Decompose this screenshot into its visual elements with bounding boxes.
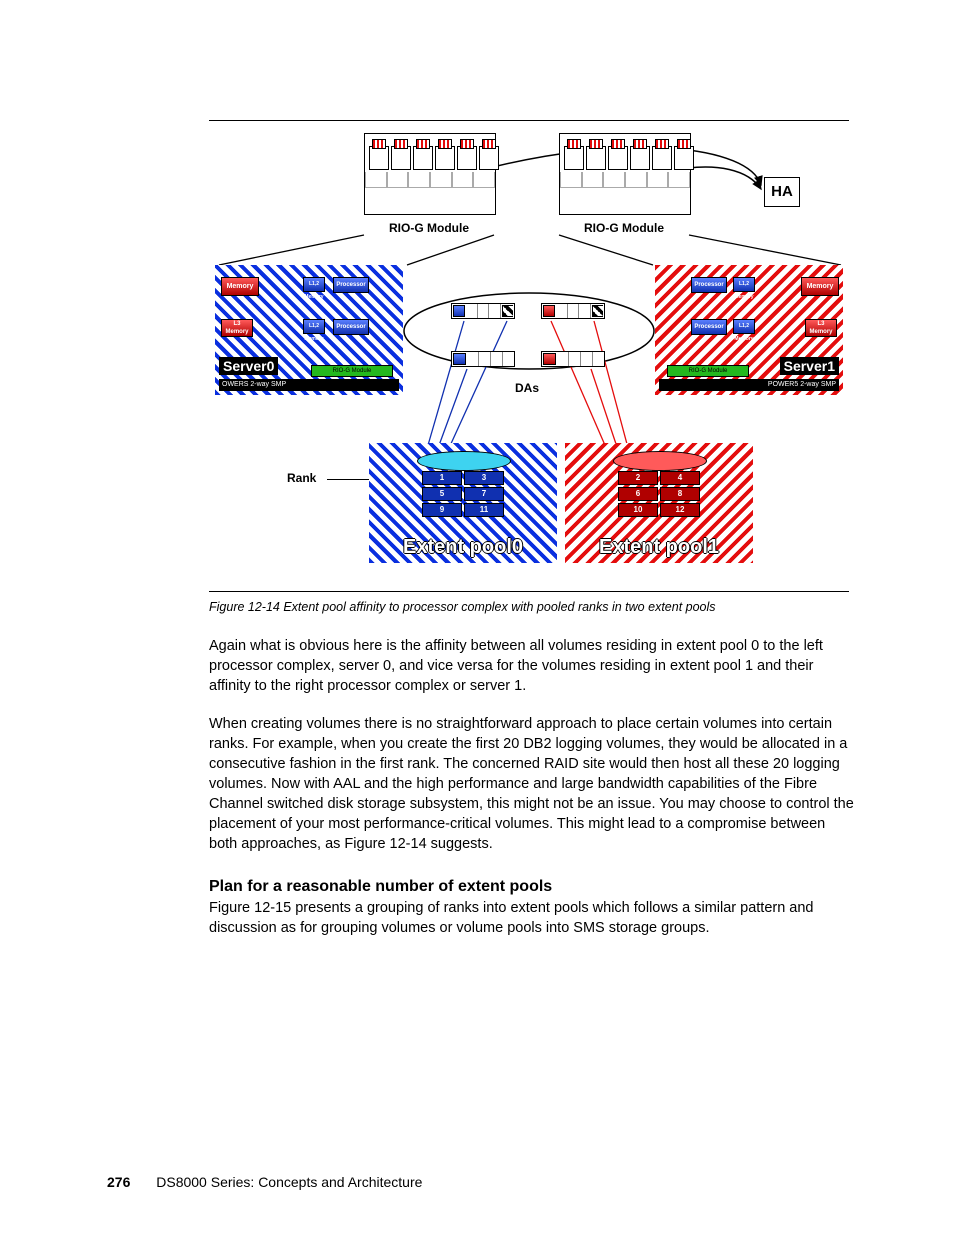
ha-label: HA — [770, 183, 794, 200]
adapter-row — [564, 146, 628, 170]
smp-bar: POWER5 2-way SMP — [659, 379, 839, 391]
page-number: 276 — [107, 1174, 130, 1190]
paragraph: When creating volumes there is no straig… — [209, 714, 854, 854]
processor-chip: Processor — [691, 277, 727, 293]
server0-box: Memory L3 Memory L1,2 Memory L1,2 Memory… — [215, 265, 403, 395]
rank-cell: 11 — [464, 503, 504, 517]
l12-chip: L1,2 Memory — [303, 319, 325, 334]
server1-label: Server1 — [780, 357, 839, 375]
pool1-label: Extent pool1 — [565, 536, 753, 559]
riog-module-right — [559, 133, 691, 215]
disk-icon — [613, 451, 707, 471]
diagram: RIO-G Module RIO-G Module HA Memory L3 M… — [209, 121, 849, 591]
das-label: DAs — [515, 381, 539, 395]
rank-cell: 12 — [660, 503, 700, 517]
disk-icon — [417, 451, 511, 471]
l12-chip: L1,2 Memory — [303, 277, 325, 292]
adapter-row — [369, 146, 433, 170]
extent-pool1: 2 4 6 8 10 12 Extent pool1 — [565, 443, 753, 563]
memory-chip: Memory — [221, 277, 259, 296]
footer-title: DS8000 Series: Concepts and Architecture — [156, 1174, 422, 1190]
pool0-label: Extent pool0 — [369, 536, 557, 559]
da-box — [541, 351, 605, 367]
rank-cell: 9 — [422, 503, 462, 517]
rank-cell: 2 — [618, 471, 658, 485]
memory-chip: Memory — [801, 277, 839, 296]
l12-chip: L1,2 Memory — [733, 277, 755, 292]
da-box — [451, 351, 515, 367]
section-heading: Plan for a reasonable number of extent p… — [209, 878, 861, 896]
l3-chip: L3 Memory — [221, 319, 253, 337]
l3-chip: L3 Memory — [805, 319, 837, 337]
rank-cell: 4 — [660, 471, 700, 485]
processor-chip: Processor — [333, 319, 369, 335]
rank-cell: 1 — [422, 471, 462, 485]
rank-cell: 10 — [618, 503, 658, 517]
rank-cell: 6 — [618, 487, 658, 501]
rank-cell: 5 — [422, 487, 462, 501]
da-box — [541, 303, 605, 319]
riog-label-right: RIO-G Module — [559, 221, 689, 235]
extent-pool0: 1 3 5 7 9 11 Extent pool0 — [369, 443, 557, 563]
processor-chip: Processor — [333, 277, 369, 293]
l12-chip: L1,2 Memory — [733, 319, 755, 334]
riog-label-left: RIO-G Module — [364, 221, 494, 235]
figure-caption: Figure 12-14 Extent pool affinity to pro… — [209, 600, 861, 614]
rank-grid: 1 3 5 7 9 11 — [417, 471, 509, 517]
da-box — [451, 303, 515, 319]
rank-cell: 8 — [660, 487, 700, 501]
adapter-row — [630, 146, 694, 170]
riog-pill: RIO-G Module — [667, 365, 749, 377]
riog-module-left — [364, 133, 496, 215]
rank-grid: 2 4 6 8 10 12 — [613, 471, 705, 517]
server1-box: Processor Processor L1,2 Memory L1,2 Mem… — [655, 265, 843, 395]
smp-bar: OWERS 2-way SMP — [219, 379, 399, 391]
rank-label: Rank — [287, 471, 316, 485]
ha-box: HA — [764, 177, 800, 207]
rank-cell: 7 — [464, 487, 504, 501]
processor-chip: Processor — [691, 319, 727, 335]
server0-label: Server0 — [219, 357, 278, 375]
rank-cell: 3 — [464, 471, 504, 485]
paragraph: Again what is obvious here is the affini… — [209, 636, 854, 696]
adapter-row — [435, 146, 499, 170]
page-footer: 276 DS8000 Series: Concepts and Architec… — [107, 1174, 422, 1190]
figure-12-14: RIO-G Module RIO-G Module HA Memory L3 M… — [209, 120, 849, 592]
riog-pill: RIO-G Module — [311, 365, 393, 377]
paragraph: Figure 12-15 presents a grouping of rank… — [209, 898, 854, 938]
